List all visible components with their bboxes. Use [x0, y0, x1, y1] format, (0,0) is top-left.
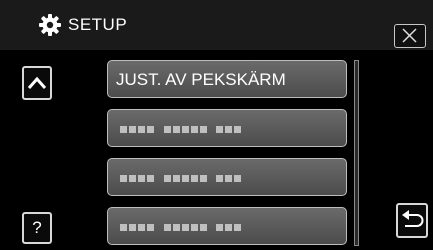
placeholder-text-icon — [120, 224, 241, 231]
menu-item-touch-screen-adjust[interactable]: JUST. AV PEKSKÄRM — [107, 60, 347, 98]
placeholder-text-icon — [120, 175, 241, 182]
menu-item-placeholder[interactable] — [107, 158, 347, 196]
help-button[interactable]: ? — [22, 212, 52, 244]
title-bar: SETUP — [0, 0, 433, 50]
question-mark-icon: ? — [32, 218, 42, 237]
return-arrow-icon — [402, 210, 424, 227]
close-icon — [402, 28, 417, 43]
page-title: SETUP — [68, 15, 128, 34]
menu-item-label: JUST. AV PEKSKÄRM — [116, 70, 286, 89]
gear-icon — [39, 14, 61, 36]
close-button[interactable] — [394, 24, 426, 48]
scroll-up-button[interactable] — [22, 66, 52, 100]
chevron-up-icon — [27, 76, 47, 89]
scrollbar[interactable] — [354, 60, 359, 246]
menu-item-placeholder[interactable] — [107, 109, 347, 147]
placeholder-text-icon — [120, 126, 241, 133]
back-button[interactable] — [396, 203, 428, 238]
menu-item-placeholder[interactable] — [107, 207, 347, 245]
